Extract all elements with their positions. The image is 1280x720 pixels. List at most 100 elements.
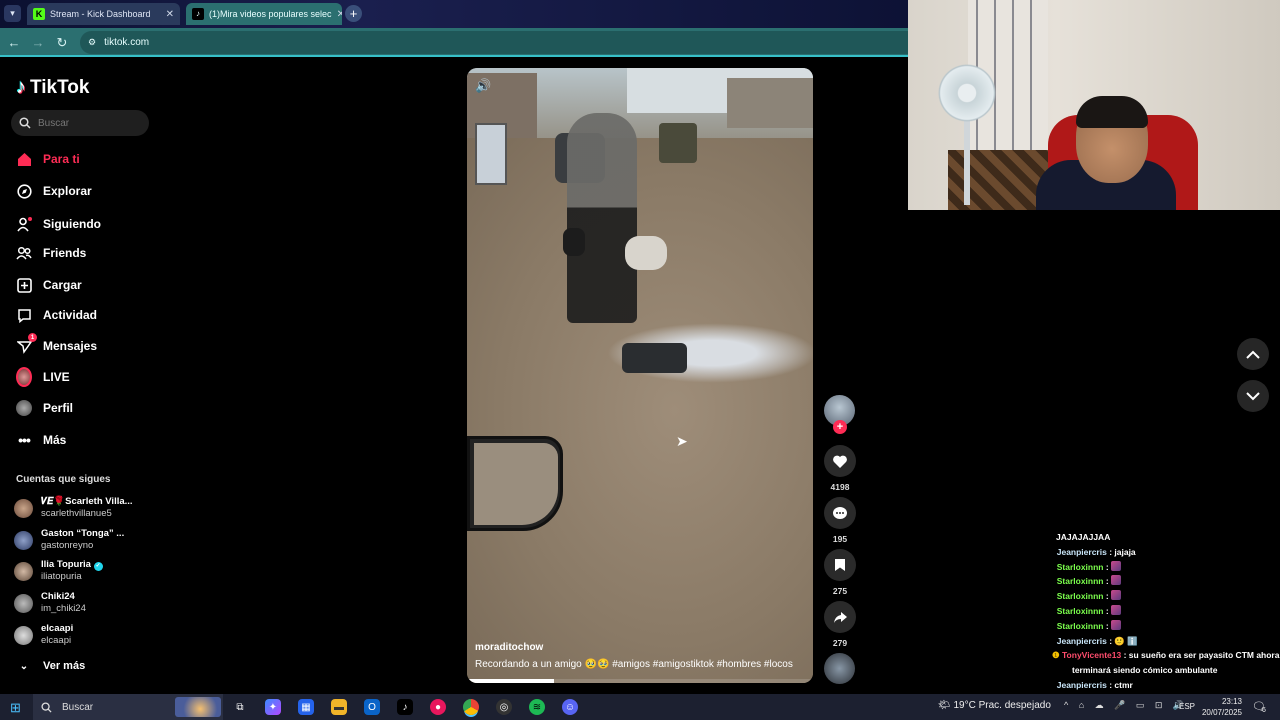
profile-icon — [16, 400, 32, 416]
tiktok-app-icon[interactable]: ♪ — [397, 699, 413, 715]
webcam-fan — [936, 62, 998, 124]
following-icon — [16, 216, 32, 232]
logo-text: TikTok — [30, 76, 90, 98]
search-icon — [19, 117, 31, 129]
like-action[interactable]: 4198 — [824, 445, 856, 492]
chat-message: JAJAJAJJAA — [1052, 530, 1280, 545]
follow-plus-button[interactable]: + — [833, 420, 847, 434]
app-icon[interactable]: ● — [430, 699, 446, 715]
system-tray-icons[interactable]: ^ ⌂ ☁ 🎤 ▭ ⊡ 🔊 — [1064, 700, 1188, 711]
volume-icon[interactable]: 🔊 — [475, 78, 491, 94]
music-disc-icon[interactable] — [824, 653, 855, 684]
nav-para-ti[interactable]: Para ti — [16, 151, 80, 167]
close-tab-icon[interactable]: ✕ — [337, 9, 342, 20]
forward-icon[interactable]: → — [30, 35, 46, 50]
notification-count: 6 — [1261, 707, 1266, 714]
share-icon[interactable] — [824, 601, 856, 633]
chat-username: Starloxinnn — [1056, 561, 1104, 572]
video-dog — [563, 228, 585, 256]
avatar — [14, 625, 33, 645]
video-dog — [625, 236, 667, 270]
save-action[interactable]: 275 — [824, 549, 856, 596]
avatar — [14, 561, 33, 581]
chat-message: Jeanpiercris : 🙂 ℹ️ — [1056, 635, 1138, 646]
following-account[interactable]: Chiki24 im_chiki24 — [14, 591, 86, 615]
weather-text: 19°C Prac. despejado — [953, 700, 1051, 711]
spotify-icon[interactable]: ≋ — [529, 699, 545, 715]
input-language[interactable]: ESP — [1179, 702, 1195, 711]
share-action[interactable]: 279 — [824, 601, 856, 648]
store-icon[interactable]: ▦ — [298, 699, 314, 715]
nav-mensajes[interactable]: 1 Mensajes — [16, 333, 98, 354]
account-handle: gastonreyno — [41, 540, 94, 551]
taskbar-clock[interactable]: 23:13 20/07/2025 — [1200, 696, 1242, 718]
video-progress-bar[interactable] — [467, 679, 813, 683]
tab-kick-dashboard[interactable]: K Stream - Kick Dashboard ✕ — [27, 3, 180, 25]
nav-label: LIVE — [43, 370, 70, 384]
tab-search-menu-button[interactable]: ▾ — [4, 5, 21, 22]
nav-label: Mensajes — [43, 339, 98, 353]
save-count: 275 — [832, 586, 848, 596]
copilot-icon[interactable]: ✦ — [265, 699, 281, 715]
search-input[interactable]: Buscar — [11, 110, 149, 136]
nav-friends[interactable]: Friends — [16, 245, 86, 261]
back-icon[interactable]: ← — [6, 35, 22, 50]
like-count: 4198 — [830, 482, 850, 492]
comment-action[interactable]: 195 — [824, 497, 856, 544]
chat-text: su sueño era ser payasito CTM ahora — [1128, 650, 1280, 661]
previous-video-button[interactable] — [1237, 338, 1269, 370]
chat-username: Starloxinnn — [1056, 576, 1104, 587]
following-account[interactable]: Ilia Topuria ✓ iliatopuria — [14, 559, 103, 583]
nav-mas[interactable]: ••• Más — [16, 432, 66, 448]
chrome-icon[interactable] — [463, 699, 479, 715]
chat-message: ❶ TonyVicente13 : su sueño era ser payas… — [1052, 650, 1280, 661]
next-video-button[interactable] — [1237, 380, 1269, 412]
nav-live[interactable]: LIVE — [16, 367, 70, 387]
windows-start-icon[interactable]: ⊞ — [10, 700, 21, 716]
clock-time: 23:13 — [1221, 697, 1242, 706]
see-more-button[interactable]: ⌄ Ver más — [16, 658, 85, 674]
close-tab-icon[interactable]: ✕ — [166, 9, 174, 20]
site-info-icon[interactable]: ⚙ — [88, 37, 96, 48]
nav-explorar[interactable]: Explorar — [16, 183, 92, 199]
tiktok-logo[interactable]: ♪ TikTok — [16, 76, 89, 99]
following-account[interactable]: Gaston “Tonga” ... gastonreyno — [14, 528, 124, 552]
address-bar[interactable]: ⚙ tiktok.com — [80, 31, 908, 54]
nav-actividad[interactable]: Actividad — [16, 307, 97, 323]
discord-icon[interactable]: ☺ — [562, 699, 578, 715]
nav-perfil[interactable]: Perfil — [16, 400, 73, 416]
obs-icon[interactable]: ◎ — [496, 699, 512, 715]
task-view-icon[interactable]: ⧉ — [232, 699, 248, 715]
outlook-icon[interactable]: O — [364, 699, 380, 715]
search-placeholder: Buscar — [38, 117, 70, 129]
account-handle: iliatopuria — [41, 571, 82, 582]
comment-count: 195 — [832, 534, 848, 544]
taskbar-weather[interactable]: 🌤 19°C Prac. despejado — [938, 700, 1051, 711]
notifications-icon[interactable]: 🗨6 — [1252, 700, 1266, 714]
compass-icon — [16, 183, 32, 199]
video-bag — [622, 343, 687, 373]
new-tab-button[interactable]: + — [345, 5, 362, 22]
account-name: Gaston “Tonga” ... — [41, 528, 125, 539]
chat-text: JAJAJAJJAA — [1056, 532, 1111, 542]
video-player[interactable]: 🔊 moraditochow Recordando a un amigo 🥹🥹 … — [467, 68, 813, 683]
heart-icon[interactable] — [824, 445, 856, 477]
account-handle: elcaapi — [41, 635, 72, 646]
video-building — [727, 78, 813, 128]
reload-icon[interactable]: ↻ — [54, 35, 70, 51]
friends-icon — [16, 245, 32, 261]
bookmark-icon[interactable] — [824, 549, 856, 581]
nav-cargar[interactable]: Cargar — [16, 277, 82, 293]
following-account[interactable]: elcaapi elcaapi — [14, 623, 73, 647]
nav-siguiendo[interactable]: Siguiendo — [16, 216, 101, 232]
video-author[interactable]: moraditochow — [475, 642, 543, 653]
nav-label: Explorar — [43, 184, 92, 198]
live-icon — [16, 367, 32, 387]
following-account[interactable]: 𝑽𝑬🌹Scarleth Villa... scarlethvillanue5 — [14, 496, 133, 520]
kick-favicon-icon: K — [33, 8, 45, 20]
file-explorer-icon[interactable]: ▬ — [331, 699, 347, 715]
chat-message: Starloxinnn : — [1052, 604, 1280, 619]
tab-tiktok[interactable]: ♪ (1)Mira videos populares selec ✕ — [186, 3, 342, 25]
comment-icon[interactable] — [824, 497, 856, 529]
taskbar-search[interactable]: Buscar — [33, 694, 223, 720]
